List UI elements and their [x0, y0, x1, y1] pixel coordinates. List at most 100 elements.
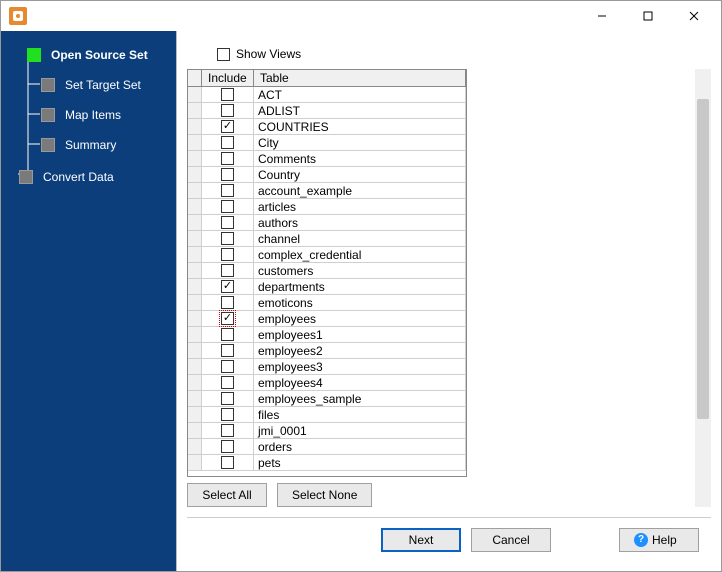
- include-checkbox[interactable]: [221, 216, 234, 229]
- table-row[interactable]: employees2: [188, 343, 466, 359]
- include-checkbox[interactable]: [221, 136, 234, 149]
- tables-grid[interactable]: Include Table ACTADLISTCOUNTRIESCityComm…: [187, 69, 467, 477]
- include-checkbox[interactable]: [221, 440, 234, 453]
- include-cell[interactable]: [202, 343, 254, 358]
- include-checkbox[interactable]: [221, 312, 234, 325]
- include-checkbox[interactable]: [221, 328, 234, 341]
- scrollbar-thumb[interactable]: [697, 99, 709, 419]
- minimize-button[interactable]: [579, 1, 625, 31]
- help-icon: ?: [634, 533, 648, 547]
- row-header: [188, 87, 202, 102]
- include-checkbox[interactable]: [221, 392, 234, 405]
- include-checkbox[interactable]: [221, 168, 234, 181]
- table-row[interactable]: jmi_0001: [188, 423, 466, 439]
- app-icon: [9, 7, 27, 25]
- table-row[interactable]: emoticons: [188, 295, 466, 311]
- include-checkbox[interactable]: [221, 296, 234, 309]
- cancel-button[interactable]: Cancel: [471, 528, 551, 552]
- show-views-label: Show Views: [236, 47, 301, 61]
- include-cell[interactable]: [202, 183, 254, 198]
- include-checkbox[interactable]: [221, 264, 234, 277]
- select-none-button[interactable]: Select None: [277, 483, 372, 507]
- include-cell[interactable]: [202, 407, 254, 422]
- include-checkbox[interactable]: [221, 88, 234, 101]
- include-cell[interactable]: [202, 279, 254, 294]
- table-row[interactable]: employees_sample: [188, 391, 466, 407]
- include-checkbox[interactable]: [221, 120, 234, 133]
- include-checkbox[interactable]: [221, 376, 234, 389]
- include-cell[interactable]: [202, 439, 254, 454]
- include-cell[interactable]: [202, 359, 254, 374]
- row-header: [188, 183, 202, 198]
- include-cell[interactable]: [202, 247, 254, 262]
- include-checkbox[interactable]: [221, 344, 234, 357]
- include-cell[interactable]: [202, 391, 254, 406]
- table-row[interactable]: pets: [188, 455, 466, 471]
- include-checkbox[interactable]: [221, 408, 234, 421]
- table-row[interactable]: COUNTRIES: [188, 119, 466, 135]
- help-button[interactable]: ? Help: [619, 528, 699, 552]
- include-cell[interactable]: [202, 215, 254, 230]
- wizard-step[interactable]: Summary: [7, 131, 170, 159]
- include-cell[interactable]: [202, 231, 254, 246]
- include-cell[interactable]: [202, 151, 254, 166]
- table-row[interactable]: Country: [188, 167, 466, 183]
- table-name-cell: employees4: [254, 375, 466, 390]
- include-cell[interactable]: [202, 87, 254, 102]
- wizard-step[interactable]: Set Target Set: [7, 71, 170, 99]
- select-all-button[interactable]: Select All: [187, 483, 267, 507]
- table-row[interactable]: departments: [188, 279, 466, 295]
- table-row[interactable]: customers: [188, 263, 466, 279]
- next-button[interactable]: Next: [381, 528, 461, 552]
- include-cell[interactable]: [202, 375, 254, 390]
- show-views-checkbox[interactable]: [217, 48, 230, 61]
- include-cell[interactable]: [202, 311, 254, 326]
- include-cell[interactable]: [202, 199, 254, 214]
- table-row[interactable]: ACT: [188, 87, 466, 103]
- table-row[interactable]: account_example: [188, 183, 466, 199]
- table-row[interactable]: ADLIST: [188, 103, 466, 119]
- maximize-button[interactable]: [625, 1, 671, 31]
- table-row[interactable]: employees: [188, 311, 466, 327]
- close-button[interactable]: [671, 1, 717, 31]
- table-row[interactable]: employees4: [188, 375, 466, 391]
- include-cell[interactable]: [202, 455, 254, 470]
- include-cell[interactable]: [202, 263, 254, 278]
- include-checkbox[interactable]: [221, 104, 234, 117]
- col-table[interactable]: Table: [254, 70, 466, 86]
- include-checkbox[interactable]: [221, 152, 234, 165]
- table-name-cell: ACT: [254, 87, 466, 102]
- include-cell[interactable]: [202, 103, 254, 118]
- table-row[interactable]: Comments: [188, 151, 466, 167]
- include-cell[interactable]: [202, 327, 254, 342]
- include-cell[interactable]: [202, 119, 254, 134]
- include-checkbox[interactable]: [221, 424, 234, 437]
- include-checkbox[interactable]: [221, 184, 234, 197]
- col-include[interactable]: Include: [202, 70, 254, 86]
- row-header: [188, 311, 202, 326]
- grid-header: Include Table: [188, 70, 466, 87]
- table-row[interactable]: channel: [188, 231, 466, 247]
- table-row[interactable]: articles: [188, 199, 466, 215]
- include-cell[interactable]: [202, 295, 254, 310]
- wizard-step[interactable]: Open Source Set: [7, 41, 170, 69]
- include-checkbox[interactable]: [221, 456, 234, 469]
- include-cell[interactable]: [202, 423, 254, 438]
- include-cell[interactable]: [202, 135, 254, 150]
- include-cell[interactable]: [202, 167, 254, 182]
- table-row[interactable]: authors: [188, 215, 466, 231]
- include-checkbox[interactable]: [221, 360, 234, 373]
- wizard-step[interactable]: Convert Data: [7, 163, 170, 191]
- table-row[interactable]: employees1: [188, 327, 466, 343]
- include-checkbox[interactable]: [221, 200, 234, 213]
- table-row[interactable]: employees3: [188, 359, 466, 375]
- include-checkbox[interactable]: [221, 232, 234, 245]
- table-row[interactable]: files: [188, 407, 466, 423]
- table-row[interactable]: orders: [188, 439, 466, 455]
- table-row[interactable]: complex_credential: [188, 247, 466, 263]
- include-checkbox[interactable]: [221, 280, 234, 293]
- wizard-step[interactable]: Map Items: [7, 101, 170, 129]
- vertical-scrollbar[interactable]: [695, 69, 711, 507]
- include-checkbox[interactable]: [221, 248, 234, 261]
- table-row[interactable]: City: [188, 135, 466, 151]
